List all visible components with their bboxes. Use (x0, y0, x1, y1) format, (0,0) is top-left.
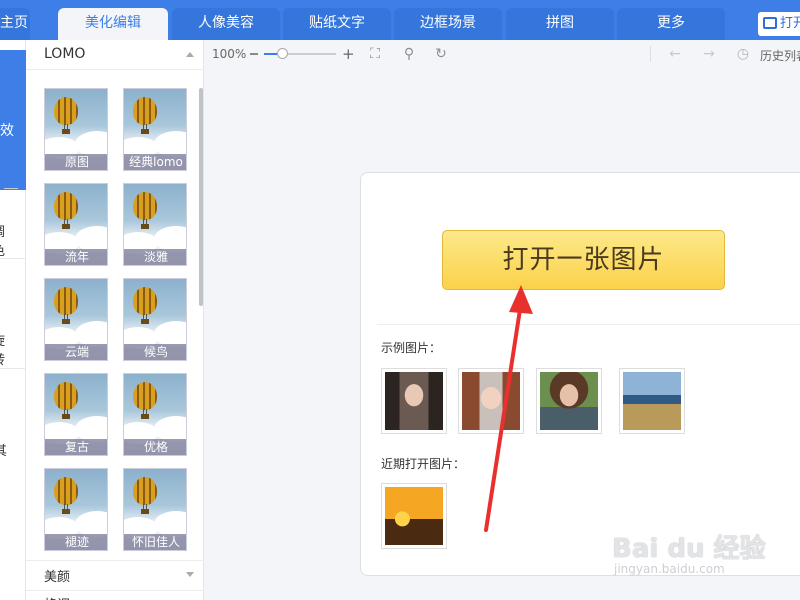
tab-label: 贴纸文字 (309, 15, 365, 31)
zoom-out-icon[interactable] (250, 53, 258, 55)
expand-caret-icon[interactable] (186, 572, 194, 577)
sample-image-1[interactable] (381, 368, 447, 434)
section-style[interactable]: 格调 (44, 594, 70, 600)
tab-portrait[interactable]: 人像美容 (172, 8, 280, 40)
filter-thumbnail[interactable]: 云端 (44, 278, 108, 361)
filter-label: 淡雅 (124, 249, 186, 265)
tab-collage[interactable]: 拼图 (506, 8, 614, 40)
toolbar-separator (650, 46, 651, 62)
image-icon (763, 17, 777, 29)
tab-more[interactable]: 更多 (617, 8, 725, 40)
nav-item-rotate[interactable]: 旋转 (0, 330, 25, 368)
reset-icon[interactable]: ↻ (432, 45, 450, 63)
tab-stickers-text[interactable]: 贴纸文字 (283, 8, 391, 40)
zoom-in-icon[interactable]: + (342, 47, 355, 62)
sample-images-label: 示例图片： (381, 341, 442, 355)
recent-image-1[interactable] (381, 483, 447, 549)
balloon-icon (54, 477, 78, 505)
magnify-icon[interactable]: ⚲ (400, 45, 418, 63)
open-file-label: 打开 (780, 16, 800, 31)
balloon-icon (54, 287, 78, 315)
open-file-button[interactable]: 打开 (758, 12, 800, 36)
nav-item-label: 效 (0, 123, 14, 139)
tab-label: 边框场景 (420, 15, 476, 31)
history-clock-icon[interactable]: ◷ (734, 45, 752, 63)
balloon-icon (54, 192, 78, 220)
nav-item-other[interactable]: 其 (0, 440, 13, 459)
filter-thumbnail[interactable]: 复古 (44, 373, 108, 456)
balloon-icon (133, 287, 157, 315)
sample-image-2[interactable] (458, 368, 524, 434)
nav-item-label: 其 (0, 444, 8, 459)
balloon-icon (54, 382, 78, 410)
tab-home[interactable]: 主页 (0, 8, 30, 40)
watermark-url: jingyan.baidu.com (614, 562, 725, 576)
filter-label: 经典lomo (124, 154, 186, 170)
filter-label: 怀旧佳人 (124, 534, 186, 550)
tab-beautify-edit[interactable]: 美化编辑 (58, 8, 168, 40)
left-category-nav: 效 调色 旋转 其 (0, 40, 26, 600)
redo-arrow-icon[interactable]: → (700, 45, 718, 63)
tab-frames-scenes[interactable]: 边框场景 (394, 8, 502, 40)
nav-separator (0, 368, 26, 369)
crop-icon[interactable]: ⛶ (366, 45, 384, 63)
balloon-icon (133, 192, 157, 220)
filter-panel: LOMO 原图 经典lomo 流年 淡雅 云端 候鸟 复古 优格 褪迹 怀旧佳人… (26, 40, 204, 600)
nav-item-effects[interactable]: 效 (0, 50, 26, 190)
filter-thumbnail[interactable]: 淡雅 (123, 183, 187, 266)
card-divider (377, 324, 800, 325)
filter-thumbnail[interactable]: 原图 (44, 88, 108, 171)
panel-divider (26, 560, 204, 561)
sample-image-4[interactable] (619, 368, 685, 434)
filter-label: 褪迹 (45, 534, 107, 550)
section-beauty[interactable]: 美颜 (44, 566, 70, 585)
balloon-icon (133, 477, 157, 505)
filter-label: 流年 (45, 249, 107, 265)
filter-thumbnail[interactable]: 褪迹 (44, 468, 108, 551)
open-image-button[interactable]: 打开一张图片 (442, 230, 725, 290)
nav-divider (4, 188, 18, 189)
nav-item-color[interactable]: 调色 (0, 221, 25, 259)
collapse-caret-icon[interactable] (186, 52, 194, 57)
sample-image-3[interactable] (536, 368, 602, 434)
panel-divider (26, 590, 204, 591)
history-list-link[interactable]: 历史列表 (760, 47, 800, 64)
filter-label: 原图 (45, 154, 107, 170)
filter-thumbnail[interactable]: 流年 (44, 183, 108, 266)
filter-thumbnail[interactable]: 经典lomo (123, 88, 187, 171)
filter-thumbnail-grid: 原图 经典lomo 流年 淡雅 云端 候鸟 复古 优格 褪迹 怀旧佳人 (26, 70, 204, 588)
nav-item-label: 调色 (0, 225, 5, 259)
watermark-text: Bai du 经验 (612, 534, 766, 564)
filter-thumbnail[interactable]: 候鸟 (123, 278, 187, 361)
watermark-logo: Bai du 经验 jingyan.baidu.com (612, 512, 772, 582)
tab-label: 更多 (657, 15, 685, 31)
nav-item-label: 旋转 (0, 334, 5, 368)
balloon-icon (54, 97, 78, 125)
tab-label: 美化编辑 (85, 15, 141, 31)
filter-label: 优格 (124, 439, 186, 455)
panel-scrollbar[interactable] (199, 88, 203, 306)
filter-label: 云端 (45, 344, 107, 360)
recent-images-label: 近期打开图片： (381, 457, 466, 471)
zoom-slider-handle[interactable] (277, 48, 288, 59)
canvas-toolbar: 100% + ⛶ ⚲ ↻ ← → ◷ 历史列表 (204, 40, 800, 70)
nav-separator (0, 258, 26, 259)
filter-label: 候鸟 (124, 344, 186, 360)
balloon-icon (133, 97, 157, 125)
filter-thumbnail[interactable]: 怀旧佳人 (123, 468, 187, 551)
zoom-level: 100% (212, 47, 247, 61)
tab-label: 拼图 (546, 15, 574, 31)
top-tab-bar: 主页 美化编辑 人像美容 贴纸文字 边框场景 拼图 更多 打开 (0, 0, 800, 40)
filter-label: 复古 (45, 439, 107, 455)
tab-label: 人像美容 (198, 15, 254, 31)
balloon-icon (133, 382, 157, 410)
undo-arrow-icon[interactable]: ← (666, 45, 684, 63)
filter-thumbnail[interactable]: 优格 (123, 373, 187, 456)
tab-home-label: 主页 (0, 15, 28, 31)
panel-title: LOMO (44, 46, 86, 62)
